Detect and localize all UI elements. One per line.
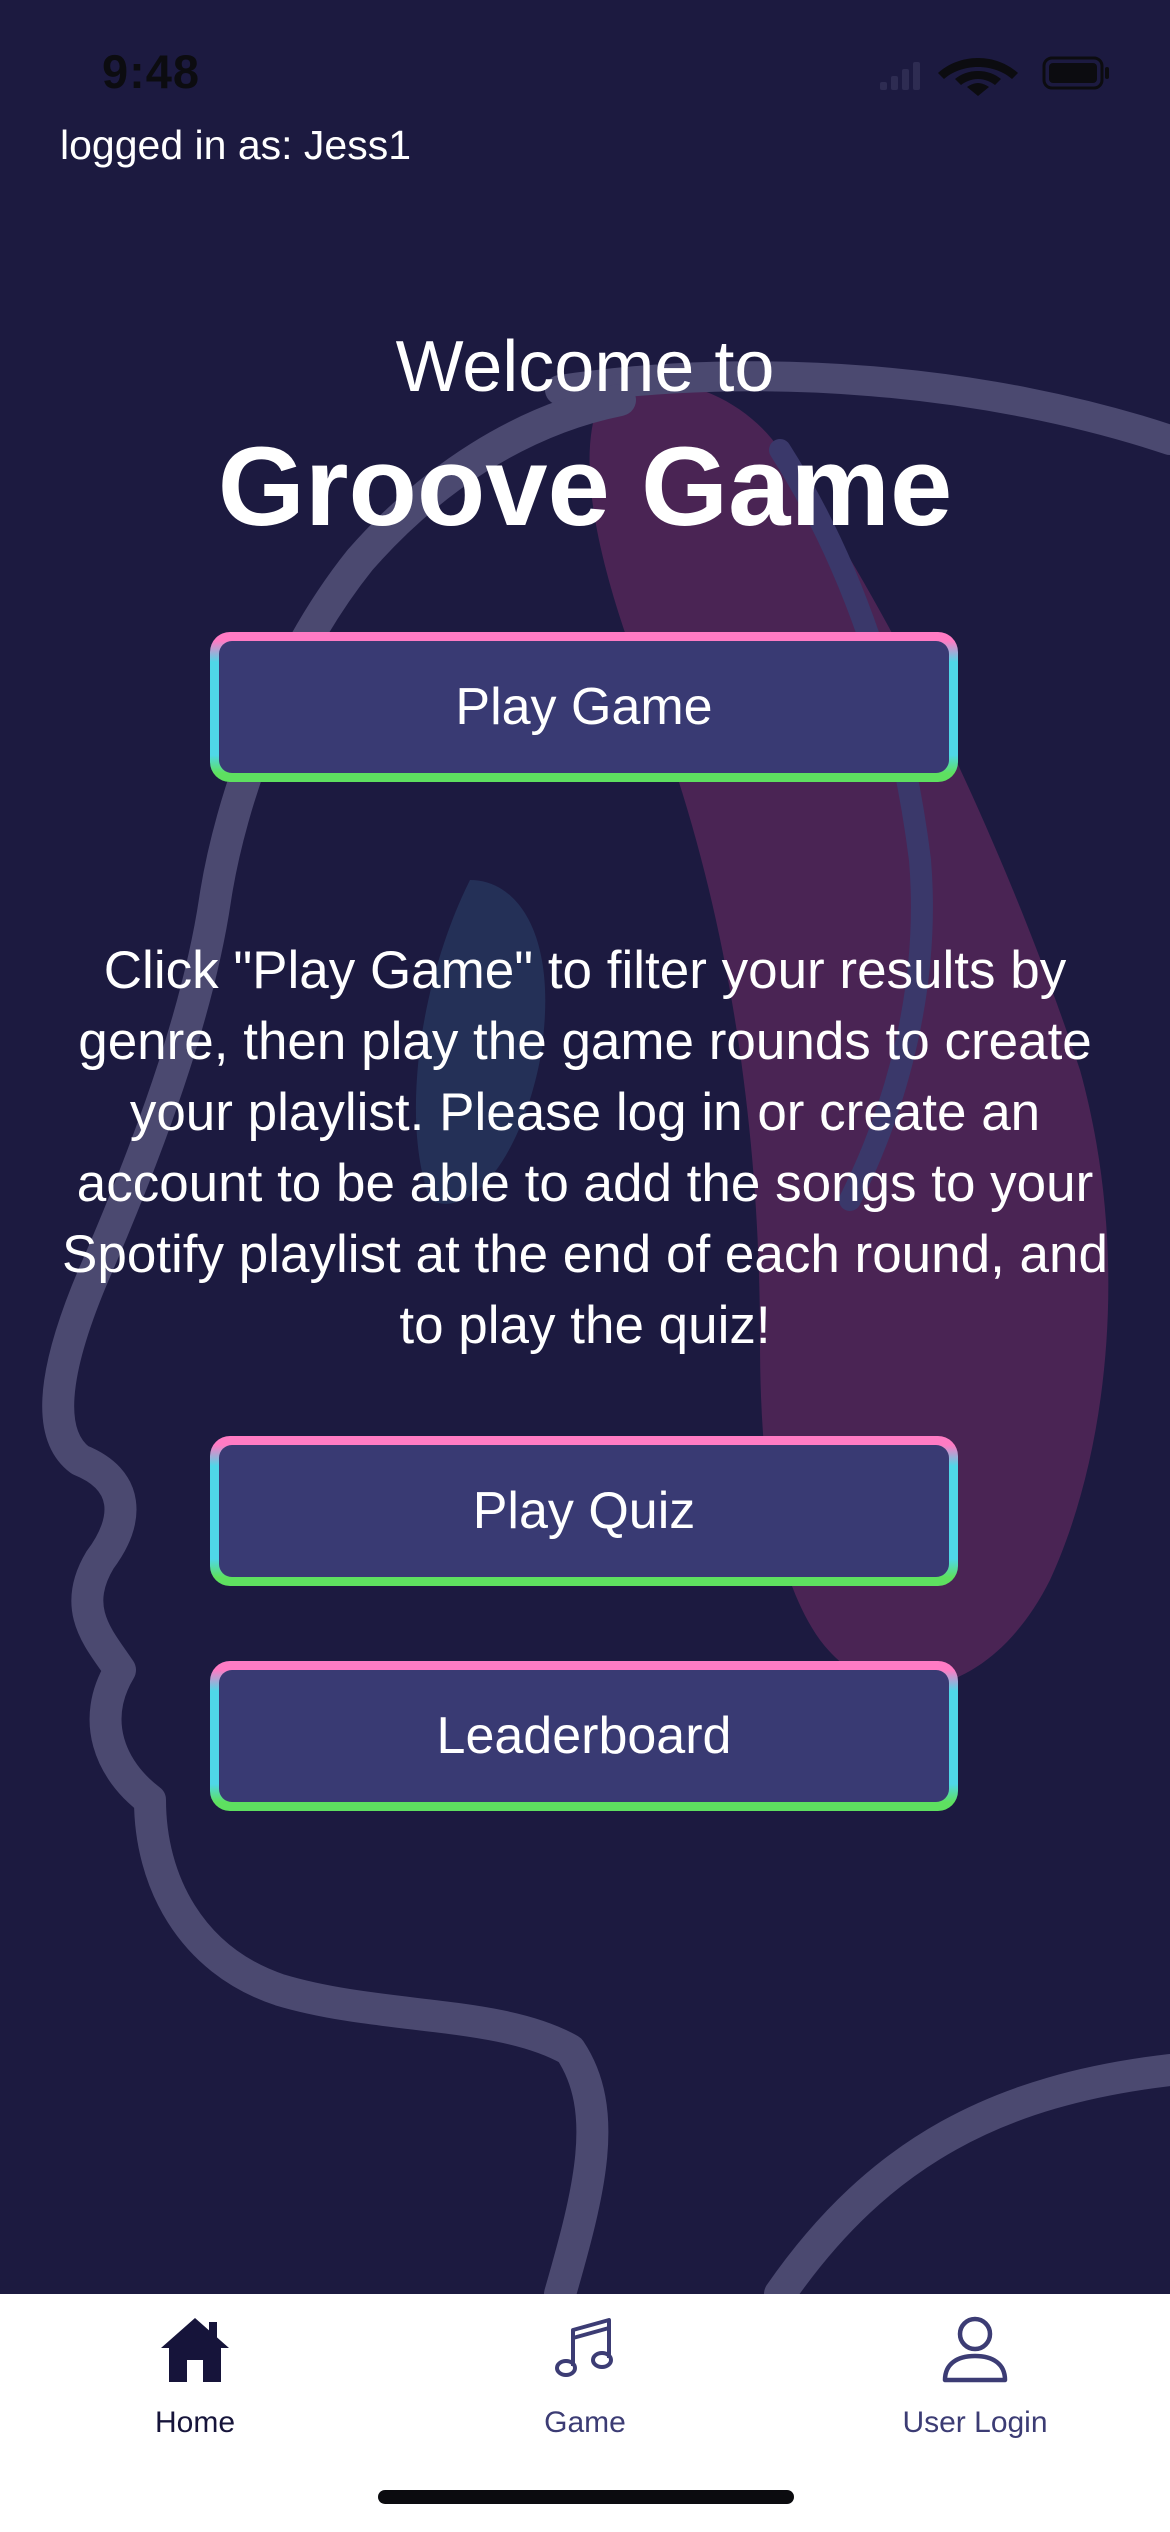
status-bar: 9:48 xyxy=(0,0,1170,140)
tab-game-label: Game xyxy=(544,2406,626,2439)
home-screen: 9:48 logged in as: Jess1 Welcome to Groo… xyxy=(0,0,1170,2532)
leaderboard-button-label: Leaderboard xyxy=(219,1670,949,1802)
tab-bar: Home Game User Login xyxy=(0,2294,1170,2532)
play-quiz-button[interactable]: Play Quiz xyxy=(210,1436,958,1586)
tab-home[interactable]: Home xyxy=(0,2294,390,2474)
house-icon xyxy=(161,2318,229,2382)
music-note-icon xyxy=(555,2318,613,2377)
logged-in-user-label: logged in as: Jess1 xyxy=(60,122,412,168)
tab-game[interactable]: Game xyxy=(390,2294,780,2474)
status-time: 9:48 xyxy=(102,45,201,98)
tab-user-login[interactable]: User Login xyxy=(780,2294,1170,2474)
status-icons xyxy=(880,56,1109,96)
battery-icon xyxy=(1042,56,1109,90)
app-title: Groove Game xyxy=(217,424,953,549)
play-game-button[interactable]: Play Game xyxy=(210,632,958,782)
shoulder-outline xyxy=(764,2054,1170,2294)
signal-icon xyxy=(880,62,920,90)
instructions-text: Click "Play Game" to filter your results… xyxy=(62,941,1108,1355)
tab-user-login-label: User Login xyxy=(902,2406,1048,2439)
leaderboard-button[interactable]: Leaderboard xyxy=(210,1661,958,1811)
play-quiz-button-label: Play Quiz xyxy=(219,1445,949,1577)
play-game-button-label: Play Game xyxy=(219,641,949,773)
home-indicator[interactable] xyxy=(378,2490,794,2504)
user-icon xyxy=(942,2316,1008,2383)
tab-home-label: Home xyxy=(154,2406,236,2439)
welcome-text: Welcome to xyxy=(395,327,775,407)
wifi-icon xyxy=(938,58,1018,96)
